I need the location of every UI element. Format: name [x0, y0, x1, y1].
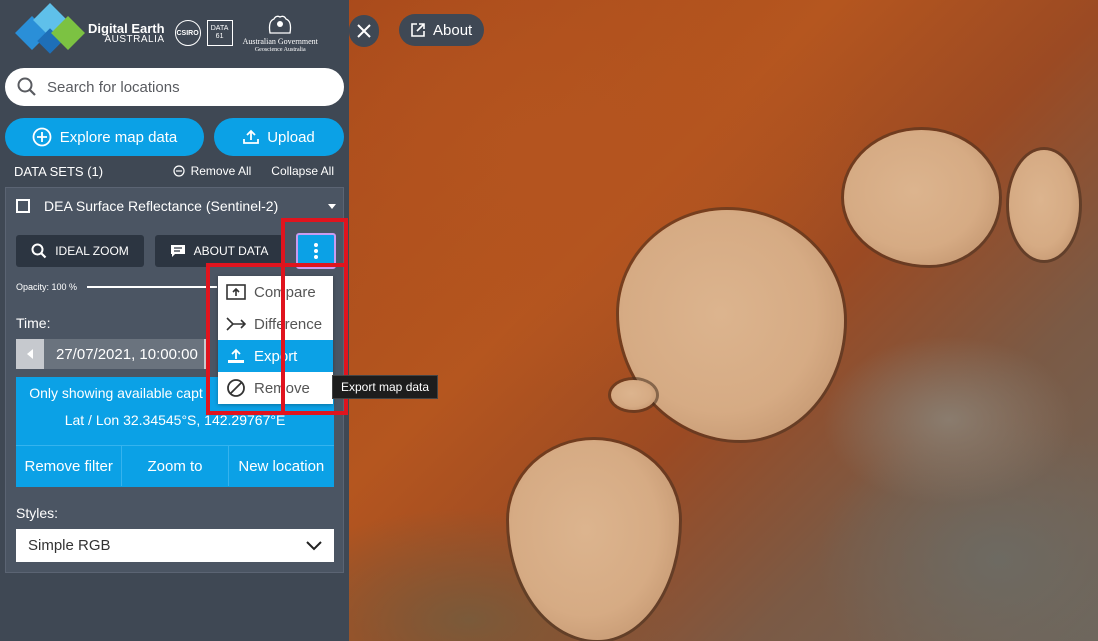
external-link-icon [411, 23, 425, 37]
map-view[interactable]: About [349, 0, 1098, 641]
filter-text: Only showing available capt [29, 385, 203, 401]
lake-top-middle [844, 130, 999, 265]
close-icon [357, 24, 371, 38]
minus-circle-icon [172, 165, 185, 177]
lake-small [611, 380, 656, 410]
opacity-control[interactable]: Opacity: 100 % [16, 282, 218, 292]
explore-label: Explore map data [59, 128, 178, 146]
dataset-title: DEA Surface Reflectance (Sentinel-2) [44, 198, 279, 214]
lake-bottom [509, 440, 679, 640]
about-button[interactable]: About [399, 14, 485, 46]
styles-select[interactable]: Simple RGB [16, 529, 334, 562]
time-label: Time: [16, 315, 51, 331]
layer-options-menu: Compare Difference Export Remove [218, 276, 333, 404]
data61-logo: DATA 61 [206, 20, 233, 46]
remove-filter-button[interactable]: Remove filter [16, 446, 123, 486]
time-value[interactable]: 27/07/2021, 10:00:00 [44, 339, 204, 369]
styles-label: Styles: [16, 505, 59, 521]
lake-large [619, 210, 844, 440]
menu-item-compare[interactable]: Compare [218, 276, 333, 308]
compare-icon [226, 284, 246, 300]
dataset-visibility-checkbox[interactable] [16, 199, 30, 213]
coat-of-arms-icon [269, 15, 292, 34]
menu-item-export[interactable]: Export [218, 340, 333, 372]
csiro-logo: CSIRO [174, 20, 201, 46]
upload-icon [243, 129, 260, 144]
remove-icon [227, 379, 245, 397]
explore-map-data-button[interactable]: Explore map data [5, 118, 204, 156]
gov-logo: Australian Government Geoscience Austral… [243, 13, 318, 53]
styles-value: Simple RGB [28, 537, 111, 554]
opacity-slider[interactable] [87, 286, 218, 288]
about-label: About [433, 21, 473, 39]
plus-circle-icon [32, 127, 52, 147]
brand-name: Digital Earth AUSTRALIA [88, 20, 165, 45]
menu-item-remove[interactable]: Remove [218, 372, 333, 404]
search-icon [17, 77, 36, 96]
header-logos: Digital Earth AUSTRALIA CSIRO DATA 61 Au… [14, 3, 334, 60]
about-data-button[interactable]: ABOUT DATA [155, 235, 283, 267]
collapse-all-button[interactable]: Collapse All [271, 164, 334, 178]
search-bar[interactable] [5, 68, 344, 106]
datasets-count-label: DATA SETS (1) [14, 163, 104, 179]
filter-coordinates: Lat / Lon 32.34545°S, 142.29767°E [64, 412, 286, 428]
more-vertical-icon [314, 243, 318, 259]
next-time-button[interactable] [204, 339, 210, 369]
close-panel-button[interactable] [349, 15, 379, 47]
upload-label: Upload [267, 128, 315, 146]
chevron-down-icon [306, 540, 322, 550]
dea-logo-icon [14, 3, 85, 58]
datasets-header: DATA SETS (1) Remove All Collapse All [14, 163, 334, 179]
filter-actions: Remove filter Zoom to New location [16, 445, 334, 486]
lake-top-right [1009, 150, 1079, 260]
export-icon [228, 348, 244, 363]
dataset-title-row[interactable]: DEA Surface Reflectance (Sentinel-2) [16, 196, 336, 216]
side-panel: Digital Earth AUSTRALIA CSIRO DATA 61 Au… [0, 0, 349, 641]
previous-time-button[interactable] [16, 339, 44, 369]
zoom-to-button[interactable]: Zoom to [122, 446, 229, 486]
remove-all-button[interactable]: Remove All [172, 164, 251, 178]
difference-icon [226, 317, 246, 331]
ideal-zoom-button[interactable]: IDEAL ZOOM [16, 235, 144, 267]
new-location-button[interactable]: New location [229, 446, 334, 486]
menu-item-difference[interactable]: Difference [218, 308, 333, 340]
search-input[interactable] [47, 78, 327, 96]
upload-button[interactable]: Upload [214, 118, 344, 156]
search-icon [31, 243, 47, 259]
chevron-down-icon[interactable] [328, 203, 336, 209]
chevron-left-icon [27, 349, 33, 359]
more-options-button[interactable] [296, 233, 336, 269]
comment-icon [170, 245, 185, 257]
export-tooltip: Export map data [332, 375, 439, 399]
opacity-label: Opacity: 100 % [16, 282, 78, 292]
